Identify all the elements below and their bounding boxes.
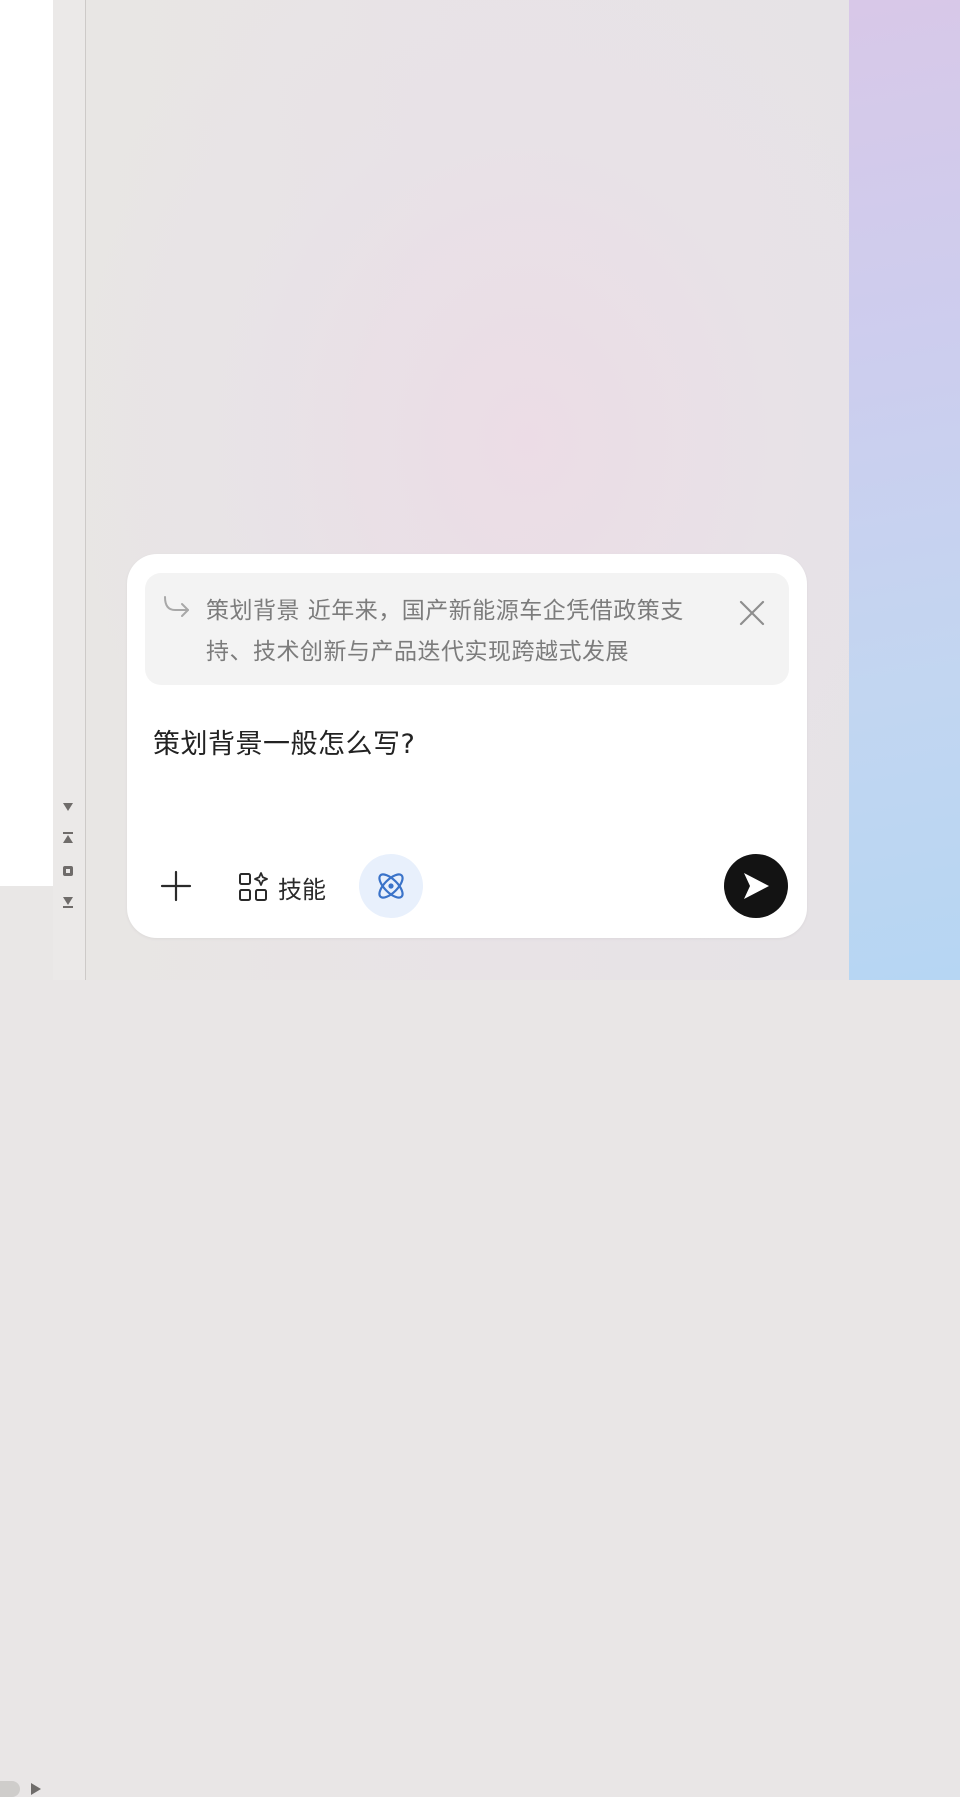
apps-sparkle-icon	[239, 872, 268, 901]
skills-label: 技能	[278, 875, 326, 904]
reply-arrow-icon	[164, 596, 189, 617]
horizontal-scrollbar-area	[0, 886, 53, 1797]
scroll-right-icon[interactable]	[31, 1783, 41, 1795]
horizontal-scrollbar-thumb[interactable]	[0, 1781, 20, 1797]
send-icon	[744, 873, 769, 899]
close-icon[interactable]	[737, 598, 767, 628]
deep-think-button[interactable]	[359, 854, 423, 918]
plus-icon[interactable]	[157, 867, 195, 905]
document-page	[0, 0, 53, 886]
skills-button[interactable]: 技能	[237, 868, 326, 906]
quoted-reference: 策划背景 近年来，国产新能源车企凭借政策支持、技术创新与产品迭代实现跨越式发展	[145, 573, 789, 685]
quoted-text: 策划背景 近年来，国产新能源车企凭借政策支持、技术创新与产品迭代实现跨越式发展	[206, 598, 684, 665]
message-input[interactable]: 策划背景一般怎么写?	[153, 722, 415, 761]
scroll-down-icon[interactable]	[61, 800, 75, 814]
send-button[interactable]	[724, 854, 788, 918]
atom-icon	[378, 873, 404, 899]
chat-composer: 策划背景 近年来，国产新能源车企凭借政策支持、技术创新与产品迭代实现跨越式发展 …	[127, 554, 807, 938]
decorative-gradient-strip	[849, 0, 960, 980]
scroll-to-bottom-icon[interactable]	[61, 895, 75, 909]
scroll-to-top-icon[interactable]	[61, 831, 75, 845]
page-select-icon[interactable]	[61, 864, 75, 878]
